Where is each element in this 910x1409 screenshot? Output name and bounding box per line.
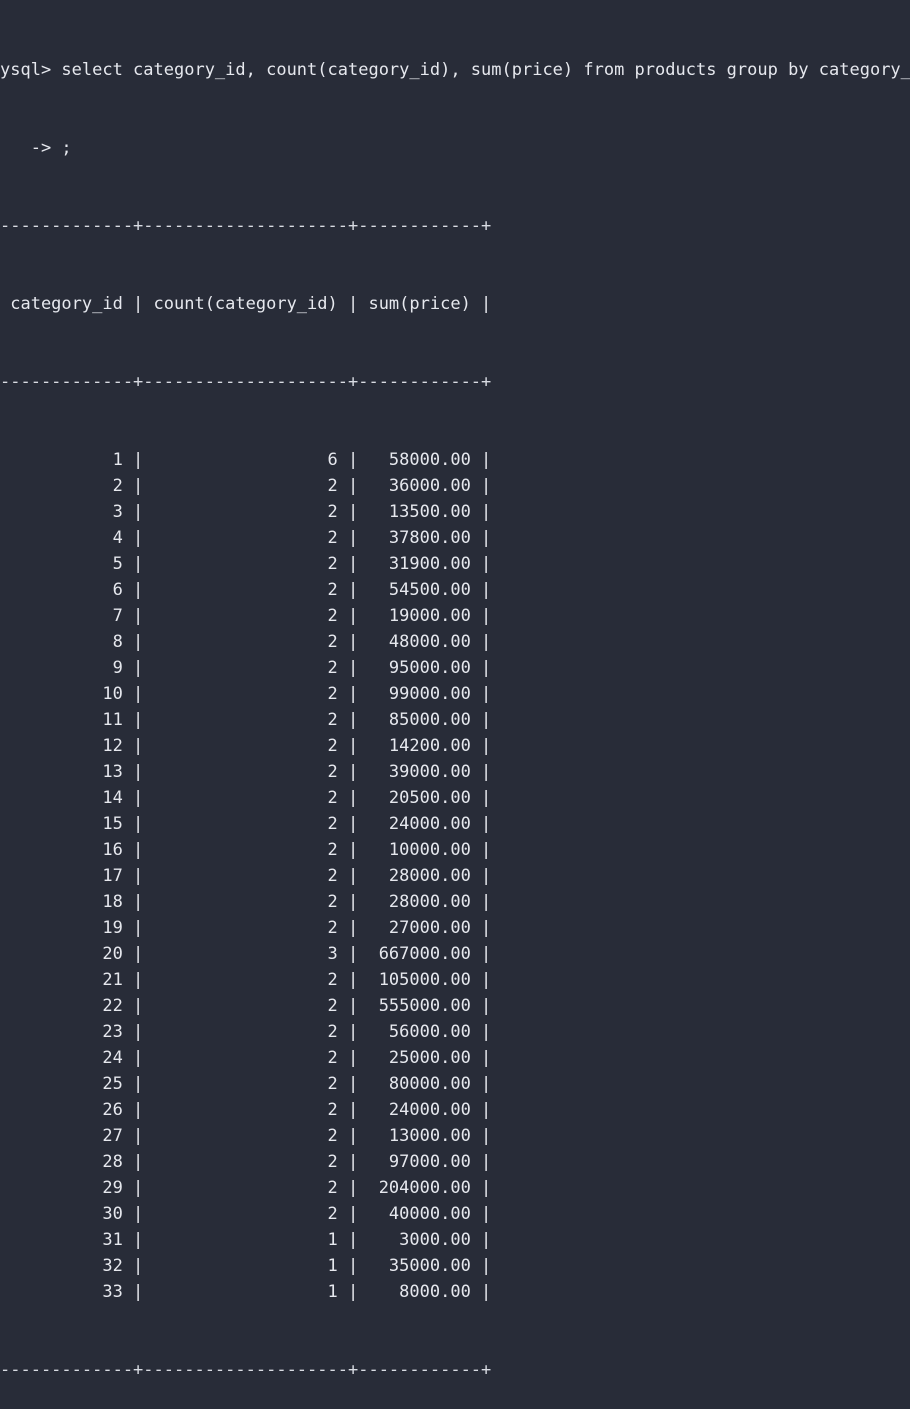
table-row: 6 | 2 | 54500.00 | — [0, 580, 492, 600]
table-row: 8 | 2 | 48000.00 | — [0, 632, 492, 652]
table-row: 14 | 2 | 20500.00 | — [0, 788, 492, 808]
table-row: 11 | 2 | 85000.00 | — [0, 710, 492, 730]
table-row: 16 | 2 | 10000.00 | — [0, 840, 492, 860]
table-row: 21 | 2 | 105000.00 | — [0, 970, 492, 990]
table-row: 30 | 2 | 40000.00 | — [0, 1204, 492, 1224]
table-row: 1 | 6 | 58000.00 | — [0, 450, 492, 470]
result-rows: 1 | 6 | 58000.00 | 2 | 2 | 36000.00 | 3 … — [0, 447, 910, 1305]
table-row: 9 | 2 | 95000.00 | — [0, 658, 492, 678]
table-row: 32 | 1 | 35000.00 | — [0, 1256, 492, 1276]
table-row: 12 | 2 | 14200.00 | — [0, 736, 492, 756]
table-row: 18 | 2 | 28000.00 | — [0, 892, 492, 912]
table-row: 33 | 1 | 8000.00 | — [0, 1282, 492, 1302]
table-row: 24 | 2 | 25000.00 | — [0, 1048, 492, 1068]
table-row: 15 | 2 | 24000.00 | — [0, 814, 492, 834]
table-row: 3 | 2 | 13500.00 | — [0, 502, 492, 522]
table-border-top: -------------+--------------------+-----… — [0, 216, 492, 236]
table-row: 4 | 2 | 37800.00 | — [0, 528, 492, 548]
table-row: 10 | 2 | 99000.00 | — [0, 684, 492, 704]
table-border-header: -------------+--------------------+-----… — [0, 372, 492, 392]
table-row: 13 | 2 | 39000.00 | — [0, 762, 492, 782]
table-row: 29 | 2 | 204000.00 | — [0, 1178, 492, 1198]
table-row: 23 | 2 | 56000.00 | — [0, 1022, 492, 1042]
table-row: 26 | 2 | 24000.00 | — [0, 1100, 492, 1120]
table-row: 2 | 2 | 36000.00 | — [0, 476, 492, 496]
table-row: 25 | 2 | 80000.00 | — [0, 1074, 492, 1094]
table-row: 17 | 2 | 28000.00 | — [0, 866, 492, 886]
table-row: 22 | 2 | 555000.00 | — [0, 996, 492, 1016]
table-row: 7 | 2 | 19000.00 | — [0, 606, 492, 626]
table-border-bottom: -------------+--------------------+-----… — [0, 1360, 492, 1380]
table-row: 28 | 2 | 97000.00 | — [0, 1152, 492, 1172]
table-header: category_id | count(category_id) | sum(p… — [0, 294, 492, 314]
table-row: 20 | 3 | 667000.00 | — [0, 944, 492, 964]
table-row: 27 | 2 | 13000.00 | — [0, 1126, 492, 1146]
continuation-line: -> ; — [0, 138, 72, 158]
command-line: ysql> select category_id, count(category… — [0, 60, 910, 80]
table-row: 5 | 2 | 31900.00 | — [0, 554, 492, 574]
table-row: 19 | 2 | 27000.00 | — [0, 918, 492, 938]
table-row: 31 | 1 | 3000.00 | — [0, 1230, 492, 1250]
terminal-output[interactable]: ysql> select category_id, count(category… — [0, 5, 910, 1409]
